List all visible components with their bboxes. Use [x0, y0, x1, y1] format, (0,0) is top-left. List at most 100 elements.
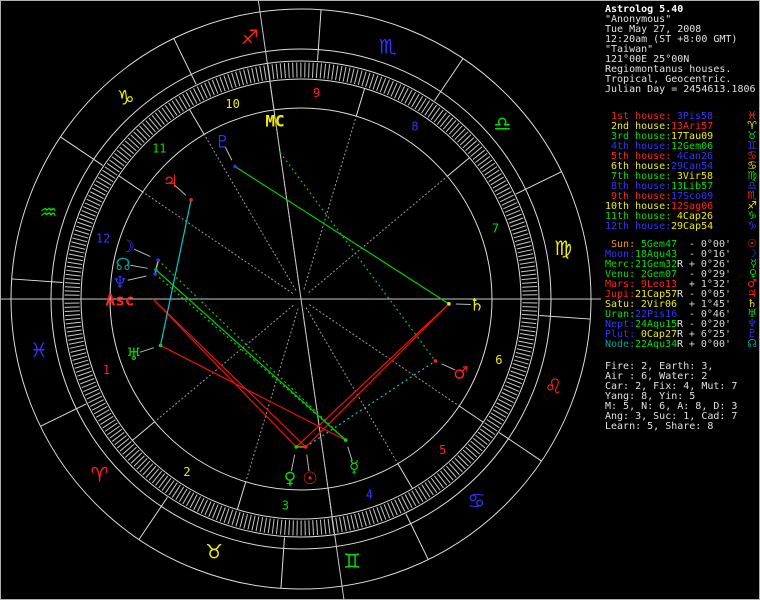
degree-tick: [231, 510, 237, 526]
degree-tick: [372, 508, 379, 523]
degree-tick: [448, 122, 460, 135]
degree-tick: [125, 446, 137, 458]
degree-tick: [75, 367, 91, 373]
degree-tick: [520, 265, 536, 269]
degree-tick: [323, 519, 327, 535]
degree-tick: [65, 317, 81, 321]
degree-tick: [513, 233, 529, 239]
degree-tick: [148, 468, 160, 481]
degree-tick: [73, 359, 89, 365]
planet-label: Node:: [605, 339, 636, 350]
degree-tick: [515, 351, 531, 357]
degree-tick: [64, 290, 80, 292]
degree-tick: [67, 333, 83, 337]
planet-dot: [343, 438, 348, 442]
degree-tick: [477, 156, 491, 166]
degree-tick: [353, 69, 359, 85]
degree-tick: [77, 370, 92, 377]
house-cusp: [447, 157, 470, 177]
degree-tick: [411, 490, 420, 504]
degree-tick: [514, 237, 530, 243]
degree-tick: [414, 488, 424, 502]
degree-tick: [414, 95, 424, 110]
degree-tick: [243, 513, 249, 529]
degree-tick: [227, 509, 234, 525]
degree-tick: [69, 249, 85, 254]
degree-tick: [109, 428, 123, 439]
house-cusp-inner: [303, 116, 357, 290]
degree-tick: [102, 169, 116, 179]
planet-dot: [153, 272, 157, 276]
planet-dot: [189, 198, 193, 202]
midheaven-label: MC: [265, 112, 284, 131]
degree-tick: [519, 261, 535, 265]
degree-tick: [484, 166, 498, 176]
degree-tick: [430, 477, 441, 491]
degree-tick: [70, 245, 86, 250]
degree-tick: [64, 306, 80, 308]
degree-tick: [267, 518, 271, 534]
degree-tick: [338, 65, 343, 81]
degree-tick: [67, 257, 83, 262]
degree-tick: [442, 117, 454, 130]
house-cusp-inner: [309, 304, 460, 407]
degree-tick: [227, 73, 233, 89]
planet-dot: [156, 258, 161, 262]
degree-tick: [472, 437, 486, 449]
degree-tick: [74, 229, 90, 235]
degree-tick: [488, 415, 502, 425]
planet-glyph-mars: ♂: [453, 364, 468, 384]
planet-dot: [233, 164, 237, 169]
degree-tick: [275, 63, 279, 79]
planet-glyph-jupi: ♃: [163, 172, 178, 192]
degree-tick: [521, 281, 537, 284]
degree-tick: [133, 455, 145, 467]
astrolog-window: ☉ ☽ ☿ ♀ ♂ ♃ ♄ ♅ ♆ ♇ ☊ 1 2 3 4 5 6 7 8 9 10 11 12 ♈ ♉ ♊ ♋ ♌ ♍ ♎ ♏ ♐ ♑ ♒ ♓ As…: [0, 0, 760, 600]
degree-tick: [275, 519, 279, 535]
sign-glyph-aquarius: ♒: [40, 200, 58, 224]
degree-tick: [116, 149, 130, 161]
degree-tick: [145, 120, 156, 133]
degree-tick: [65, 273, 81, 277]
degree-tick: [96, 409, 110, 418]
house-cusp: [458, 405, 484, 423]
house-row: 7th house: 3Vir58 ♍: [605, 170, 757, 182]
house-cusp: [118, 175, 144, 193]
house-row: 3rd house: 17Tau09 ♉: [605, 130, 757, 142]
degree-tick: [486, 169, 500, 179]
degree-tick: [462, 137, 475, 149]
sign-boundary: [60, 136, 104, 166]
planet-dot: [154, 267, 158, 272]
planet-row: Venu: 2Gem07 - 0°29' ♀: [605, 268, 757, 280]
degree-tick: [488, 173, 502, 182]
degree-tick: [130, 134, 142, 146]
house-number: 7: [492, 221, 499, 235]
house-position: 29Cap54: [671, 221, 714, 232]
degree-tick: [168, 482, 178, 496]
degree-tick: [182, 94, 191, 108]
degree-tick: [239, 70, 245, 86]
degree-tick: [312, 520, 315, 536]
degree-tick: [335, 65, 339, 81]
sign-glyph-pisces: ♓: [30, 338, 48, 362]
degree-tick: [421, 100, 431, 114]
sign-boundary: [317, 9, 322, 61]
degree-tick: [475, 152, 488, 163]
degree-tick: [127, 137, 140, 149]
chart-wheel: ☉☽☿♀♂♃♄♅♆♇☊123456789101112♈♉ ♊♋♌♍♎♏♐♑♒♓As…: [1, 1, 601, 599]
degree-tick: [418, 486, 427, 500]
degree-tick: [365, 72, 371, 88]
house-row: 4th house: 12Gem06 ♊: [605, 140, 757, 152]
ascendant-label: Asc: [106, 291, 135, 310]
house-number: 12: [96, 232, 110, 246]
degree-tick: [104, 422, 118, 432]
degree-tick: [424, 482, 434, 496]
degree-tick: [342, 516, 347, 532]
degree-tick: [430, 107, 441, 121]
degree-tick: [479, 159, 493, 170]
degree-tick: [124, 140, 137, 152]
degree-tick: [164, 105, 175, 118]
degree-tick: [66, 325, 82, 329]
chart-info: Astrolog 5.40 "Anonymous" Tue May 27, 200…: [605, 5, 757, 95]
house-cusp-list: 1st house: 3Pis58 ♓ 2nd house: 13Ari57 ♈ 3rd…: [605, 110, 757, 232]
